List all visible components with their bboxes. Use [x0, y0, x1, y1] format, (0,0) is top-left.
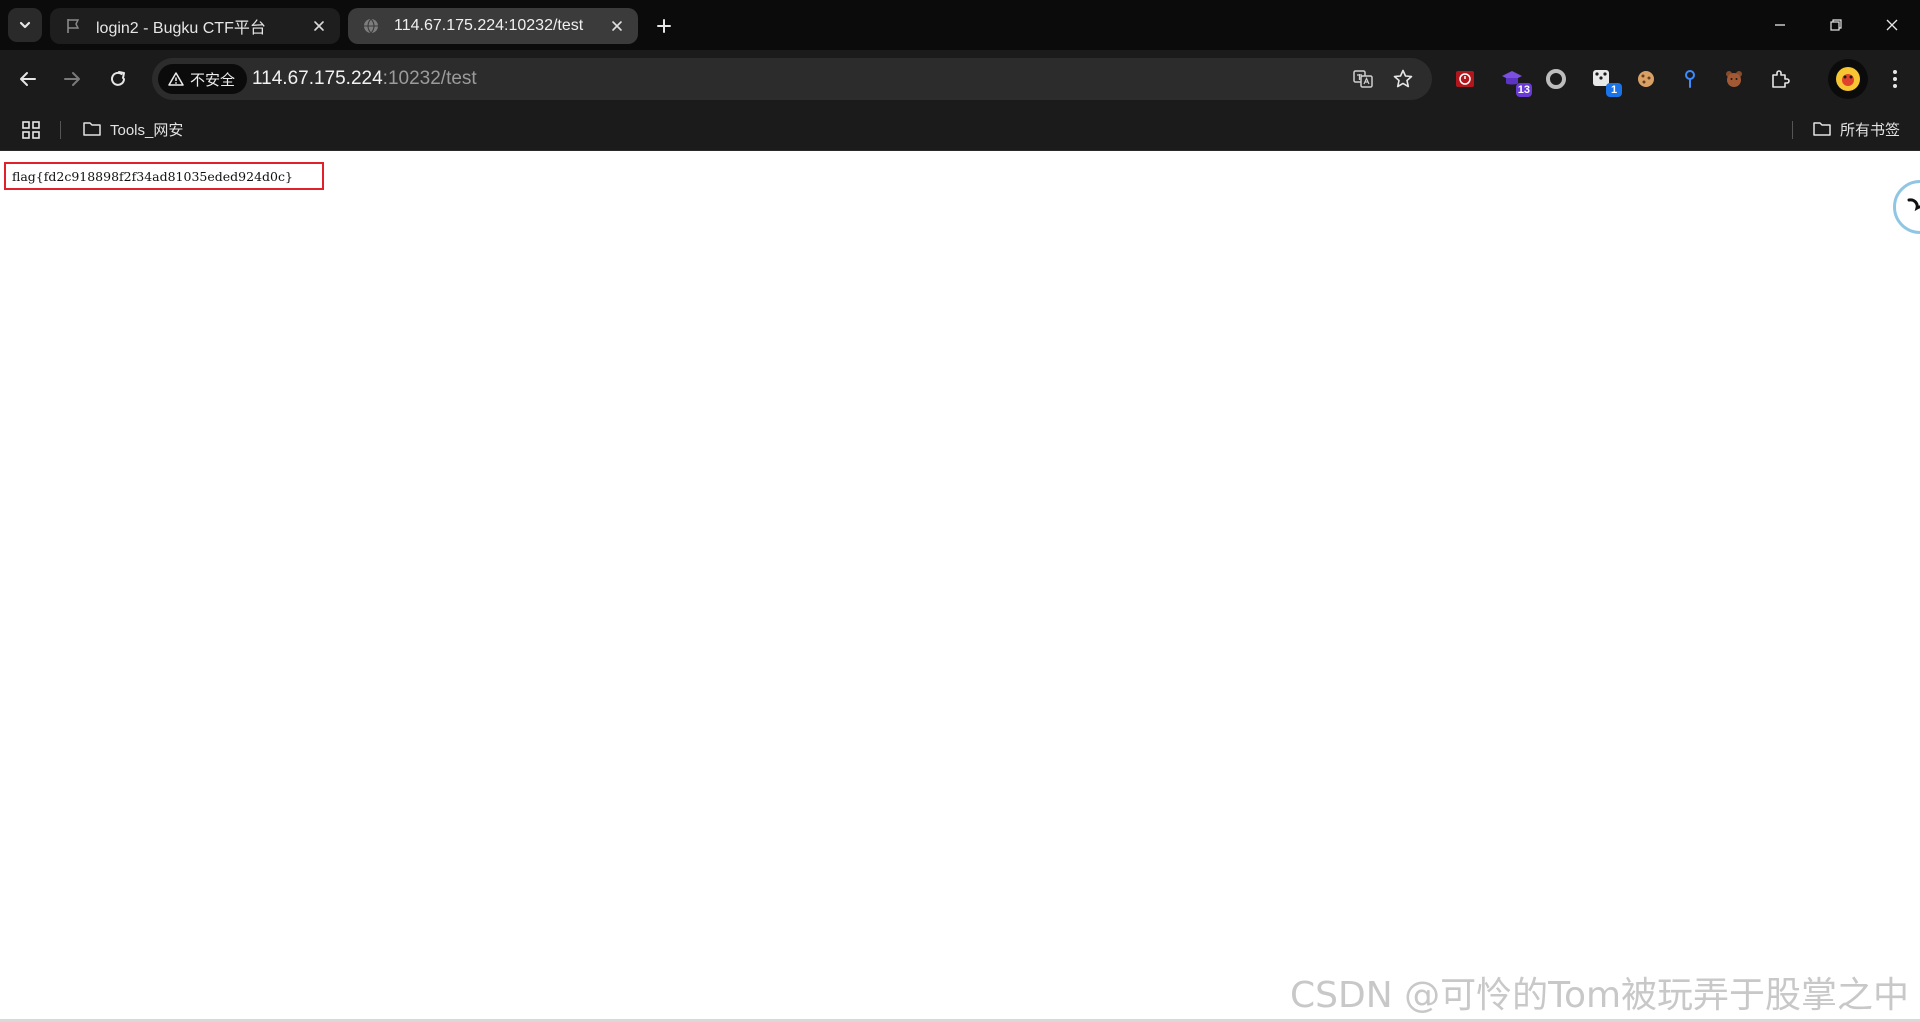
flag-highlight-box: flag{fd2c918898f2f34ad81035eded924d0c}	[4, 162, 324, 190]
minimize-icon	[1775, 24, 1785, 26]
bookmarks-divider	[60, 121, 61, 139]
bookmark-folder-tools[interactable]: Tools_网安	[82, 114, 183, 144]
assistant-logo-icon	[1907, 198, 1920, 212]
extension-cookie[interactable]	[1632, 65, 1660, 93]
bookmark-star-button[interactable]	[1390, 67, 1416, 91]
all-bookmarks-label: 所有书签	[1840, 121, 1901, 139]
extension-badge: 13	[1515, 83, 1532, 97]
warning-triangle-icon	[168, 71, 184, 87]
bookmarks-bar: Tools_网安 所有书签	[0, 108, 1920, 151]
close-icon	[612, 21, 622, 31]
close-tab-button[interactable]	[606, 15, 628, 37]
minimize-button[interactable]	[1752, 0, 1808, 50]
restore-icon	[1830, 19, 1842, 31]
plus-icon	[657, 19, 671, 33]
reload-button[interactable]	[102, 63, 134, 95]
flag-text: flag{fd2c918898f2f34ad81035eded924d0c}	[12, 169, 293, 184]
kebab-menu-icon	[1893, 70, 1897, 88]
extension-badge: 1	[1606, 83, 1622, 97]
back-button[interactable]	[12, 63, 44, 95]
record-extension-icon	[1456, 71, 1474, 87]
tab-login2[interactable]: login2 - Bugku CTF平台	[50, 8, 340, 44]
translate-button[interactable]	[1350, 67, 1376, 91]
new-tab-button[interactable]	[650, 12, 678, 40]
cookie-extension-icon	[1638, 71, 1654, 87]
globe-icon	[362, 17, 380, 35]
avatar	[1836, 67, 1860, 91]
puzzle-extensions-icon	[1772, 70, 1790, 88]
close-window-button[interactable]	[1864, 0, 1920, 50]
security-chip[interactable]: 不安全	[158, 64, 248, 94]
profile-button[interactable]	[1828, 59, 1868, 99]
apps-button[interactable]	[20, 119, 42, 141]
tab-search-button[interactable]	[8, 8, 42, 42]
bookmarks-divider	[1792, 121, 1793, 139]
arrow-right-icon	[64, 72, 80, 86]
all-bookmarks-button[interactable]: 所有书签	[1812, 114, 1900, 144]
reload-icon	[111, 71, 125, 86]
bear-extension-icon	[1726, 71, 1742, 87]
extensions-menu-button[interactable]	[1766, 65, 1794, 93]
bookmark-label: Tools_网安	[110, 121, 184, 139]
tab-strip: login2 - Bugku CTF平台 114.67.175.224:1023…	[0, 0, 1920, 50]
forward-button[interactable]	[56, 63, 88, 95]
apps-grid-icon	[22, 121, 40, 139]
extension-record[interactable]	[1451, 65, 1479, 93]
extension-location-pin[interactable]	[1676, 65, 1704, 93]
browser-toolbar: 不安全 114.67.175.224:10232/test 13 1	[0, 50, 1920, 108]
url-host: 114.67.175.224	[252, 68, 383, 89]
page-content: flag{fd2c918898f2f34ad81035eded924d0c} C…	[0, 151, 1920, 1022]
close-icon	[314, 21, 324, 31]
arrow-left-icon	[20, 72, 36, 86]
chevron-down-icon	[19, 21, 31, 29]
star-icon	[1393, 69, 1413, 88]
tab-title: login2 - Bugku CTF平台	[96, 20, 266, 37]
address-bar[interactable]: 不安全 114.67.175.224:10232/test	[152, 58, 1432, 100]
url-text[interactable]: 114.67.175.224:10232/test	[252, 58, 477, 100]
tab-title: 114.67.175.224:10232/test	[394, 17, 584, 34]
close-tab-button[interactable]	[308, 15, 330, 37]
circle-extension-icon	[1546, 69, 1566, 89]
extension-circle[interactable]	[1542, 65, 1570, 93]
watermark: CSDN @可怜的Tom被玩弄于股掌之中	[1290, 975, 1910, 1016]
extension-dice[interactable]: 1	[1588, 65, 1622, 97]
extension-graduation-cap[interactable]: 13	[1498, 65, 1532, 97]
tab-test-page[interactable]: 114.67.175.224:10232/test	[348, 8, 638, 44]
security-label: 不安全	[190, 71, 236, 89]
floating-assistant-button[interactable]	[1893, 180, 1920, 234]
close-icon	[1886, 19, 1898, 31]
extension-bear[interactable]	[1720, 65, 1748, 93]
browser-menu-button[interactable]	[1880, 63, 1910, 95]
folder-icon	[1812, 120, 1832, 138]
restore-button[interactable]	[1808, 0, 1864, 50]
url-path: :10232/test	[382, 68, 477, 89]
flag-icon	[64, 17, 82, 35]
translate-icon	[1353, 70, 1373, 88]
location-pin-extension-icon	[1685, 70, 1695, 88]
folder-icon	[82, 120, 102, 138]
